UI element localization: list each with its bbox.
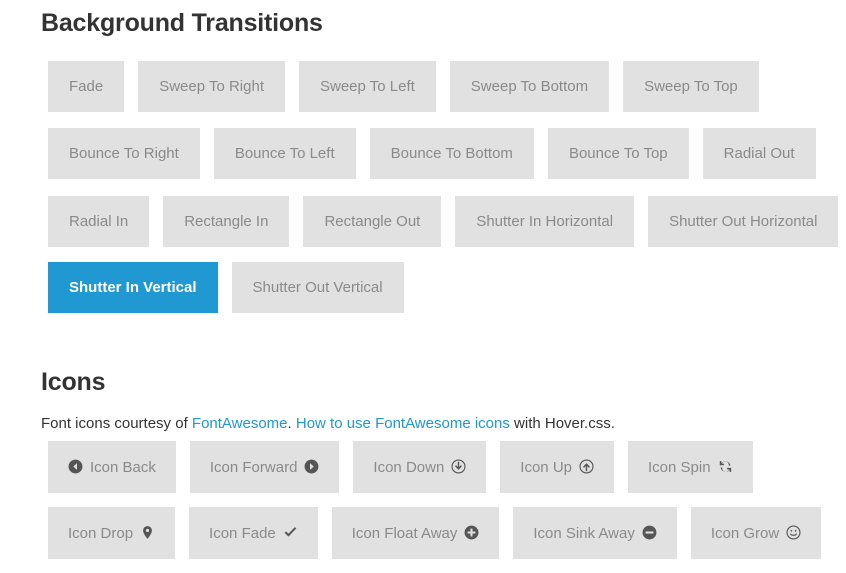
icon-button-label: Icon Float Away (351, 524, 458, 542)
icon-button-label: Icon Forward (209, 458, 298, 476)
icon-button-icon-fade[interactable]: Icon Fade (189, 507, 318, 559)
arrow-circle-left-icon (68, 459, 83, 474)
check-icon (283, 525, 298, 540)
icon-button-label: Icon Fade (209, 524, 276, 542)
transition-button-sweep-to-left[interactable]: Sweep To Left (299, 61, 436, 112)
icon-button-icon-spin[interactable]: Icon Spin (628, 441, 753, 493)
credit-text-after: with Hover.css. (509, 415, 615, 432)
transition-button-shutter-out-horizontal[interactable]: Shutter Out Horizontal (648, 196, 839, 247)
icon-button-icon-forward[interactable]: Icon Forward (189, 441, 340, 493)
icon-button-label: Icon Grow (710, 524, 780, 542)
arrow-circle-o-up-icon (579, 458, 594, 474)
arrow-circle-right-icon (304, 459, 319, 474)
transition-button-shutter-out-vertical[interactable]: Shutter Out Vertical (231, 262, 404, 313)
page-root: Background Transitions Fade Sweep To Righ… (0, 0, 846, 564)
background-transition-row-4: Shutter In Vertical Shutter Out Vertical (41, 262, 846, 327)
transition-button-radial-in[interactable]: Radial In (48, 196, 150, 247)
icon-button-row-1: Icon Back Icon Forward Icon Down Icon Up Ico… (41, 441, 846, 507)
transition-button-rectangle-in[interactable]: Rectangle In (163, 196, 290, 247)
icon-button-icon-back[interactable]: Icon Back (48, 441, 176, 493)
credit-text-before: Font icons courtesy of (41, 415, 192, 432)
icon-button-label: Icon Down (373, 458, 445, 476)
transition-button-shutter-in-vertical[interactable]: Shutter In Vertical (48, 262, 218, 313)
transition-button-rectangle-out[interactable]: Rectangle Out (303, 196, 442, 247)
icon-button-label: Icon Up (520, 458, 572, 476)
transition-button-fade[interactable]: Fade (48, 61, 125, 112)
icon-button-icon-down[interactable]: Icon Down (353, 441, 487, 493)
smile-o-icon (786, 524, 801, 540)
transition-button-shutter-in-horizontal[interactable]: Shutter In Horizontal (455, 196, 635, 247)
how-to-use-fontawesome-link[interactable]: How to use FontAwesome icons (296, 415, 510, 432)
icons-credit-text: Font icons courtesy of FontAwesome. How … (41, 414, 615, 433)
transition-button-bounce-to-right[interactable]: Bounce To Right (48, 128, 200, 179)
icon-button-label: Icon Back (90, 458, 156, 476)
transition-button-bounce-to-left[interactable]: Bounce To Left (213, 128, 356, 179)
icon-button-label: Icon Spin (648, 458, 711, 476)
refresh-icon (718, 459, 733, 474)
transition-button-bounce-to-top[interactable]: Bounce To Top (547, 128, 689, 179)
icon-button-label: Icon Sink Away (533, 524, 635, 542)
plus-circle-icon (464, 525, 479, 540)
page-title-icons: Icons (41, 368, 106, 396)
icon-button-row-2: Icon Drop Icon Fade Icon Float Away Icon Si… (41, 507, 846, 573)
background-transition-row-3: Radial In Rectangle In Rectangle Out Shutte… (41, 196, 846, 261)
transition-button-sweep-to-bottom[interactable]: Sweep To Bottom (449, 61, 610, 112)
icon-button-icon-drop[interactable]: Icon Drop (48, 507, 176, 559)
icon-button-icon-up[interactable]: Icon Up (500, 441, 614, 493)
transition-button-sweep-to-top[interactable]: Sweep To Top (623, 61, 759, 112)
background-transition-row-1: Fade Sweep To Right Sweep To Left Sweep To … (41, 61, 846, 126)
page-title-background-transitions: Background Transitions (41, 9, 323, 37)
icon-button-label: Icon Drop (68, 524, 134, 542)
arrow-circle-o-down-icon (451, 458, 466, 474)
transition-button-bounce-to-bottom[interactable]: Bounce To Bottom (369, 128, 534, 179)
icon-button-icon-sink-away[interactable]: Icon Sink Away (513, 507, 677, 559)
minus-circle-icon (642, 525, 657, 540)
transition-button-radial-out[interactable]: Radial Out (702, 128, 816, 179)
background-transition-row-2: Bounce To Right Bounce To Left Bounce To B… (41, 128, 846, 193)
transition-button-sweep-to-right[interactable]: Sweep To Right (138, 61, 285, 112)
icon-button-icon-grow[interactable]: Icon Grow (690, 507, 822, 559)
icon-button-icon-float-away[interactable]: Icon Float Away (331, 507, 500, 559)
fontawesome-link[interactable]: FontAwesome (192, 415, 288, 432)
map-marker-icon (140, 525, 155, 540)
credit-text-middle: . (287, 415, 296, 432)
